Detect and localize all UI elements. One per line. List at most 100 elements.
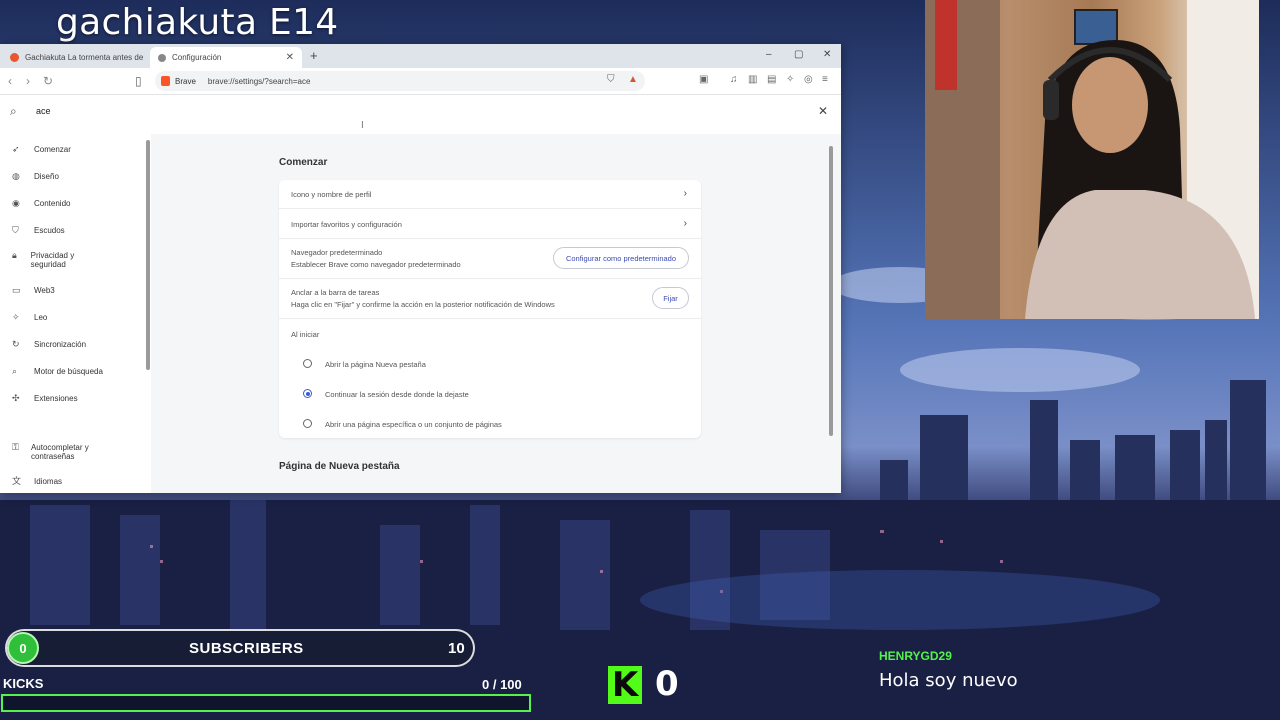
settings-search: ⌕ ace ✕ — [0, 94, 841, 130]
sync-icon: ↻ — [12, 339, 20, 349]
radio-specific-pages[interactable] — [303, 419, 312, 428]
sidebar-item-privacidad[interactable]: 🔒︎ Privacidad y seguridad — [12, 251, 92, 270]
kick-counter-value: 0 — [655, 664, 679, 704]
sidebar-item-sincronizacion[interactable]: ↻ Sincronización — [12, 339, 87, 350]
search-icon: ⌕ — [12, 366, 18, 376]
leo-icon[interactable]: ✧ — [786, 74, 794, 85]
maximize-button[interactable]: ▢ — [794, 49, 803, 60]
sidebar-item-escudos[interactable]: ⛉ Escudos — [12, 226, 65, 236]
tab-settings[interactable]: Configuración ✕ — [150, 47, 302, 68]
chevron-right-icon[interactable]: › — [684, 188, 687, 199]
kicks-progress-bar — [1, 694, 531, 712]
reload-icon[interactable]: ↻ — [43, 74, 53, 88]
settings-search-input[interactable]: ace — [36, 106, 51, 116]
row-title: Anclar a la barra de tareas — [291, 288, 380, 297]
row-subtitle: Haga clic en "Fijar" y confirme la acció… — [291, 300, 555, 309]
tab-gachiakuta[interactable]: Gachiakuta La tormenta antes de la t — [2, 47, 152, 68]
sidebar-item-label: Autocompletar y contraseñas — [30, 443, 89, 461]
address-toolbar: ‹ › ↻ ▯ Brave brave://settings/?search=a… — [0, 68, 841, 95]
brave-shields-icon[interactable]: ⛉ — [607, 74, 615, 85]
sidebar-item-comenzar[interactable]: ➶ Comenzar — [12, 144, 71, 155]
browser-window: Gachiakuta La tormenta antes de la t Con… — [0, 44, 841, 493]
translate-icon: 文 — [12, 476, 22, 486]
content-icon: ◉ — [12, 198, 20, 208]
divider — [279, 278, 701, 279]
kicks-progress-text: 0 / 100 — [482, 677, 522, 692]
text-cursor-icon: I — [361, 120, 364, 131]
stream-title: gachiakuta E14 — [56, 2, 339, 43]
clear-search-icon[interactable]: ✕ — [818, 104, 828, 118]
chat-message: Hola soy nuevo — [879, 670, 1018, 691]
sidebar-item-label: Comenzar — [34, 145, 71, 154]
media-icon[interactable]: ♫ — [730, 74, 738, 85]
sidebar-item-web3[interactable]: ▭ Web3 — [12, 285, 55, 296]
row-profile[interactable]: Icono y nombre de perfil — [291, 190, 371, 199]
radio-label: Abrir una página específica o un conjunt… — [325, 420, 502, 429]
row-subtitle: Establecer Brave como navegador predeter… — [291, 260, 461, 269]
sidebar-item-autocompletar[interactable]: ⚿ Autocompletar y contraseñas — [12, 443, 112, 462]
leo-icon: ✧ — [12, 312, 20, 322]
pin-button[interactable]: Fijar — [652, 287, 689, 309]
settings-sidebar: ➶ Comenzar ◍ Diseño ◉ Contenido ⛉ Escudos 🔒︎… — [0, 134, 150, 493]
close-window-button[interactable]: ✕ — [823, 49, 831, 60]
sidebar-item-label: Diseño — [34, 172, 59, 181]
content-scrollbar[interactable] — [829, 146, 833, 436]
rocket-icon: ➶ — [12, 144, 20, 154]
minimize-button[interactable]: – — [766, 49, 772, 60]
section-heading-comenzar: Comenzar — [279, 157, 328, 168]
webcam-feed — [925, 0, 1259, 319]
menu-icon[interactable]: ≡ — [822, 74, 828, 85]
sidebar-item-idiomas[interactable]: 文 Idiomas — [12, 476, 63, 487]
sidebar-item-contenido[interactable]: ◉ Contenido — [12, 198, 71, 209]
sidebar-item-label: Extensiones — [34, 394, 78, 403]
radio-label: Continuar la sesión desde donde la dejas… — [325, 390, 469, 399]
webcam-person-image — [925, 0, 1259, 319]
row-import[interactable]: Importar favoritos y configuración — [291, 220, 402, 229]
sidebar-item-label: Motor de búsqueda — [34, 367, 103, 376]
set-default-button[interactable]: Configurar como predeterminado — [553, 247, 689, 269]
back-icon[interactable]: ‹ — [8, 74, 12, 88]
sidebar-item-diseno[interactable]: ◍ Diseño — [12, 172, 59, 182]
row-default-browser: Navegador predeterminado Establecer Brav… — [291, 248, 461, 269]
sidebar-item-label: Sincronización — [34, 340, 87, 349]
address-brand: Brave — [175, 76, 196, 86]
sidebar-item-label: Web3 — [34, 286, 55, 295]
subscriber-count: 0 — [7, 632, 39, 664]
divider — [279, 318, 701, 319]
tab-label: Gachiakuta La tormenta antes de la t — [25, 53, 144, 62]
radio-new-tab[interactable] — [303, 359, 312, 368]
brave-lion-icon — [161, 76, 170, 86]
row-pin-taskbar: Anclar a la barra de tareas Haga clic en… — [291, 288, 555, 309]
row-title: Navegador predeterminado — [291, 248, 383, 257]
settings-card: Icono y nombre de perfil › Importar favo… — [279, 180, 701, 438]
sidebar-item-label: Idiomas — [34, 477, 63, 486]
forward-icon[interactable]: › — [26, 74, 30, 88]
brave-rewards-icon[interactable]: ▲ — [628, 74, 638, 85]
chevron-right-icon[interactable]: › — [684, 218, 687, 229]
wallet-icon[interactable]: ▤ — [767, 74, 776, 85]
search-icon: ⌕ — [10, 104, 17, 118]
address-bar[interactable]: Brave brave://settings/?search=ace — [155, 71, 645, 91]
bookmark-icon[interactable]: ▯ — [135, 74, 142, 88]
sidebar-toggle-icon[interactable]: ▥ — [748, 74, 757, 85]
new-tab-button[interactable]: + — [310, 48, 318, 63]
sidebar-item-label: Contenido — [34, 199, 71, 208]
radio-continue-session[interactable] — [303, 389, 312, 398]
sidebar-item-extensiones[interactable]: ✣ Extensiones — [12, 393, 78, 404]
vpn-icon[interactable]: ◎ — [804, 74, 813, 85]
tab-close-icon[interactable]: ✕ — [286, 52, 294, 63]
sidebar-scrollbar[interactable] — [146, 140, 150, 370]
sidebar-item-label: Privacidad y seguridad — [30, 251, 75, 269]
kick-logo-icon: K — [608, 665, 642, 705]
tab-search-icon[interactable]: ▣ — [699, 74, 708, 85]
subscribers-label: SUBSCRIBERS — [189, 640, 304, 657]
divider — [279, 238, 701, 239]
sidebar-item-leo[interactable]: ✧ Leo — [12, 312, 47, 323]
puzzle-icon: ✣ — [12, 393, 20, 403]
sidebar-item-label: Escudos — [34, 226, 65, 235]
address-url: brave://settings/?search=ace — [207, 76, 311, 86]
kicks-label: KICKS — [3, 676, 44, 691]
wallet-icon: ▭ — [12, 285, 21, 295]
sidebar-item-motor-busqueda[interactable]: ⌕ Motor de búsqueda — [12, 366, 103, 377]
startup-label: Al iniciar — [291, 330, 320, 339]
